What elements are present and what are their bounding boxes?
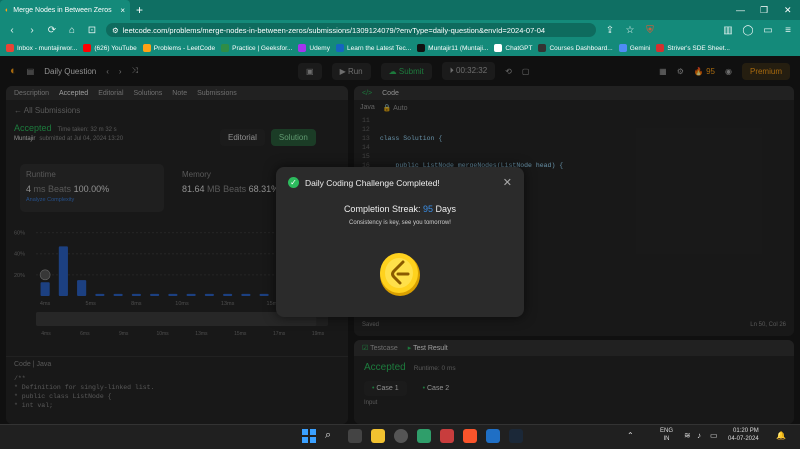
brave-icon[interactable] [463,429,477,443]
url-text: leetcode.com/problems/merge-nodes-in-bet… [122,25,546,35]
tab-title: Merge Nodes in Between Zeros [13,6,112,14]
pycharm-icon[interactable] [417,429,431,443]
wallet-icon[interactable]: ▭ [762,25,774,36]
windows-start-icon[interactable] [302,429,316,443]
forward-icon[interactable]: › [26,25,38,36]
udemy-icon [298,44,307,52]
clock[interactable]: 01:20 PM 04-07-2024 [728,427,759,443]
address-bar-row: ‹ › ⟳ ⌂ ⊡ ⚙ leetcode.com/problems/merge-… [0,20,800,40]
language-indicator[interactable]: ENG IN [660,427,673,443]
tray-chevron-icon[interactable]: ⌃ [627,431,634,440]
bookmark-star-icon[interactable]: ☆ [624,25,636,36]
check-circle-icon: ✓ [288,177,299,188]
gmail-icon [6,44,14,52]
bookmark-chatgpt[interactable]: ChatGPT [494,44,532,52]
modal-message: Consistency is key, see you tomorrow! [349,220,451,226]
bookmark-udemy[interactable]: Udemy [298,44,330,52]
battery-icon[interactable]: ▭ [710,431,718,440]
app-icon[interactable] [394,429,408,443]
bookmark-github[interactable]: Muntajir11 (Muntaji... [417,44,488,52]
notification-icon[interactable]: 🔔 [776,431,786,440]
app-red-icon[interactable] [440,429,454,443]
bookmarks-bar: Inbox - muntajirwor... (626) YouTube Pro… [0,40,800,56]
courses-icon [538,44,547,52]
striver-icon [656,44,665,52]
learn-icon [335,44,344,52]
close-tab-icon[interactable]: × [120,6,125,15]
brave-shield-icon[interactable]: ⛨ [644,25,656,36]
gfg-icon [221,44,230,52]
home-icon[interactable]: ⌂ [66,25,78,36]
leetcode-favicon-icon: ◐ [5,6,10,14]
minimize-icon[interactable]: — [736,0,745,20]
daily-challenge-modal: ✓ Daily Coding Challenge Completed! ✕ Co… [276,167,524,317]
search-icon[interactable]: ⌕ [325,429,339,443]
bookmark-gfg[interactable]: Practice | Geeksfor... [221,44,292,52]
github-icon [417,44,426,52]
close-modal-icon[interactable]: ✕ [503,176,512,189]
reload-icon[interactable]: ⟳ [46,25,58,36]
chatgpt-icon [494,44,503,52]
bookmark-youtube[interactable]: (626) YouTube [83,44,137,52]
bookmark-courses[interactable]: Courses Dashboard... [538,44,613,52]
browser-tab[interactable]: ◐ Merge Nodes in Between Zeros × [0,0,130,20]
bookmark-page-icon[interactable]: ⊡ [86,25,98,36]
sidebar-icon[interactable]: ▥ [722,25,734,36]
maximize-icon[interactable]: ❐ [760,0,768,20]
share-icon[interactable]: ⇪ [604,25,616,36]
bookmark-gemini[interactable]: Gemini [618,44,650,52]
url-field[interactable]: ⚙ leetcode.com/problems/merge-nodes-in-b… [106,23,596,37]
close-window-icon[interactable]: ✕ [784,0,792,20]
gold-coin-icon [380,253,420,296]
volume-icon[interactable]: ♪ [697,431,701,440]
profile-icon[interactable]: ◯ [742,25,754,36]
file-explorer-icon[interactable] [371,429,385,443]
task-view-icon[interactable] [348,429,362,443]
bookmark-leetcode[interactable]: Problems - LeetCode [142,44,215,52]
leetcode-icon [142,44,151,52]
streak-value: 95 [423,204,434,214]
vscode-icon[interactable] [486,429,500,443]
bookmark-striver[interactable]: Striver's SDE Sheet... [656,44,730,52]
menu-icon[interactable]: ≡ [782,25,794,36]
steam-icon[interactable] [509,429,523,443]
gemini-icon [618,44,627,52]
streak-line: Completion Streak: 95 Days [343,204,457,214]
bookmark-learn[interactable]: Learn the Latest Tec... [335,44,411,52]
wifi-icon[interactable]: ≋ [684,431,691,440]
modal-title: Daily Coding Challenge Completed! [305,177,440,188]
new-tab-icon[interactable]: + [136,3,143,17]
browser-tabbar: ◐ Merge Nodes in Between Zeros × + [0,0,800,20]
youtube-icon [83,44,92,52]
site-info-icon[interactable]: ⚙ [112,26,119,35]
bookmark-gmail[interactable]: Inbox - muntajirwor... [6,44,77,52]
back-icon[interactable]: ‹ [6,25,18,36]
